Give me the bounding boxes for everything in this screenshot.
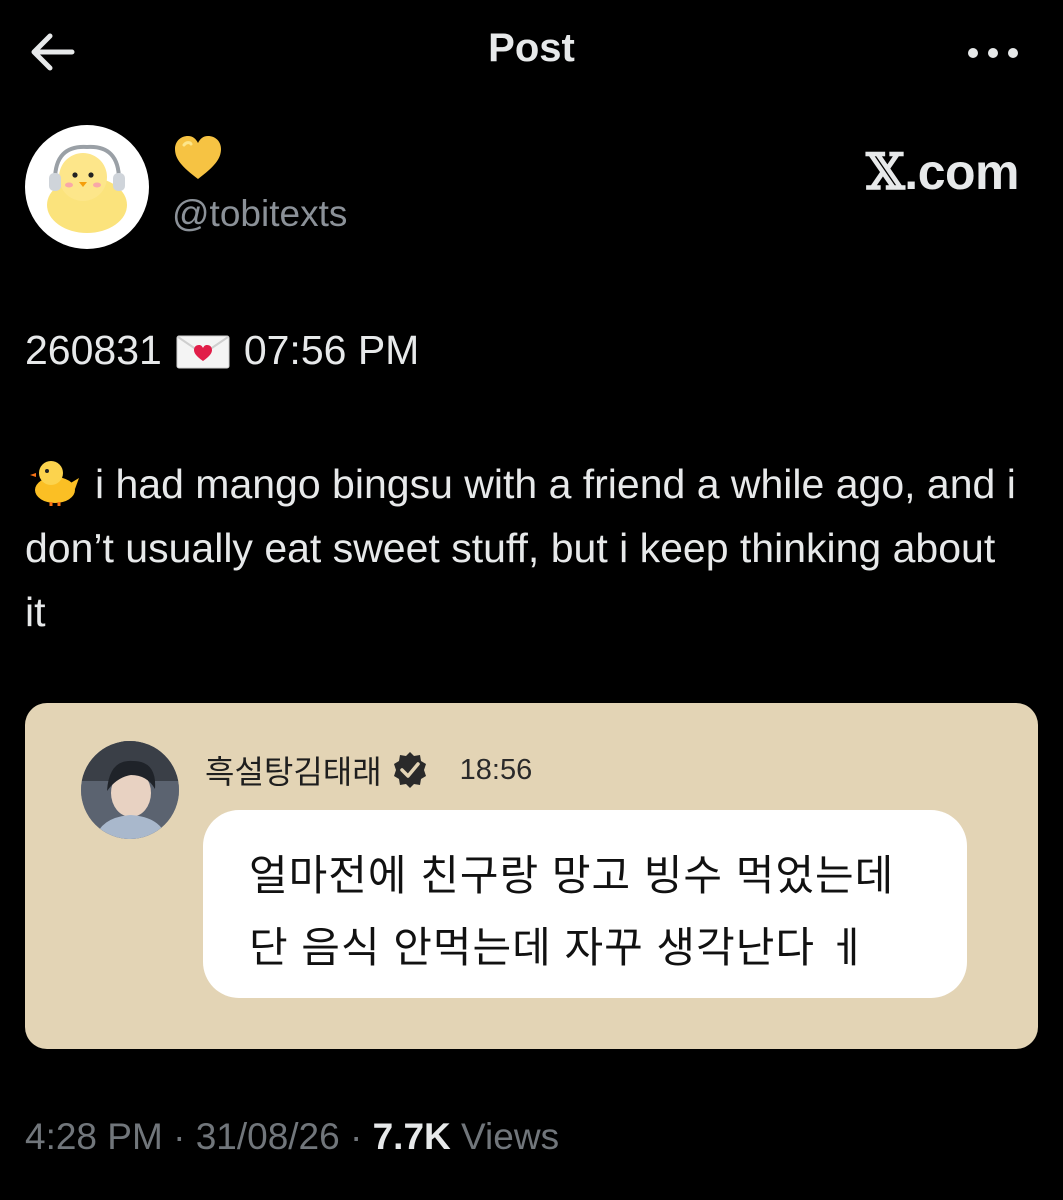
x-logo: 𝕏 [866, 142, 905, 201]
message-line-1: 얼마전에 친구랑 망고 빙수 먹었는데 [249, 852, 895, 899]
post-meta: 4:28 PM · 31/08/26 · 7.7K Views [25, 1116, 559, 1158]
top-bar: Post [0, 0, 1063, 100]
quoted-time: 18:56 [459, 753, 533, 786]
arrow-left-icon [31, 33, 75, 71]
more-options-button[interactable] [963, 38, 1023, 68]
author-avatar[interactable] [25, 125, 149, 249]
views-label: Views [450, 1116, 560, 1157]
author-handle[interactable]: @tobitexts [172, 193, 347, 235]
meta-separator: · [339, 1116, 373, 1157]
meta-separator: · [162, 1116, 196, 1157]
author-display-name[interactable] [172, 133, 224, 185]
message-bubble: 얼마전에 친구랑 망고 빙수 먹었는데 단 음식 안먹는데 자꾸 생각난다 ㅔ [203, 810, 967, 998]
back-button[interactable] [26, 24, 82, 80]
yellow-heart-icon [175, 136, 221, 179]
post-body: i had mango bingsu with a friend a while… [25, 452, 1025, 644]
chick-icon [25, 456, 83, 506]
post-text: i had mango bingsu with a friend a while… [25, 461, 1016, 635]
chick-with-headphones-icon [47, 144, 127, 233]
stamp-date: 260831 [25, 327, 162, 373]
quoted-avatar [81, 741, 179, 839]
quoted-message-card: 흑설탕김태래 18:56 얼마전에 친구랑 망고 빙수 먹었는데 단 음식 안먹… [25, 703, 1038, 1049]
post-time: 4:28 PM [25, 1116, 163, 1157]
message-line-2: 단 음식 안먹는데 자꾸 생각난다 ㅔ [249, 924, 868, 971]
post-date: 31/08/26 [195, 1116, 340, 1157]
quoted-name-row: 흑설탕김태래 18:56 [205, 747, 532, 793]
love-letter-icon [176, 333, 230, 369]
views-count[interactable]: 7.7K [373, 1116, 451, 1157]
stamp-time: 07:56 PM [243, 327, 420, 373]
more-horizontal-icon [968, 48, 1018, 58]
quoted-name: 흑설탕김태래 [205, 754, 382, 790]
x-com-watermark: 𝕏.com [866, 142, 1019, 201]
x-com-suffix: .com [904, 144, 1019, 200]
page-title: Post [488, 26, 575, 70]
verified-badge-icon [390, 750, 430, 790]
post-stamp: 260831 07:56 PM [25, 327, 419, 374]
